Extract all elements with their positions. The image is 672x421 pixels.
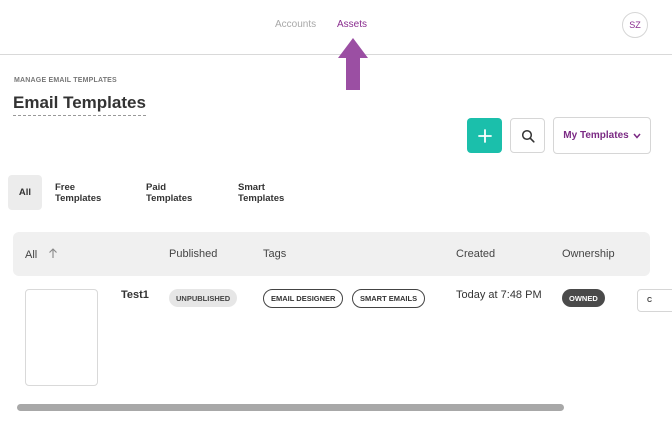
chevron-down-icon xyxy=(633,133,641,139)
status-badge: UNPUBLISHED xyxy=(169,289,238,307)
user-avatar[interactable]: SZ xyxy=(622,12,648,38)
tab-smart-templates[interactable]: Smart Templates xyxy=(238,175,284,210)
annotation-arrow xyxy=(338,38,368,90)
column-all[interactable]: All xyxy=(25,248,58,261)
plus-icon xyxy=(477,128,492,143)
add-template-button[interactable] xyxy=(467,118,502,153)
tag-email-designer[interactable]: EMAIL DESIGNER xyxy=(263,289,344,308)
page-title: Email Templates xyxy=(13,93,146,116)
created-date: Today at 7:48 PM xyxy=(456,289,542,301)
sort-up-icon[interactable] xyxy=(48,248,58,259)
my-templates-dropdown[interactable]: My Templates xyxy=(553,117,651,154)
column-all-label: All xyxy=(25,249,38,261)
scrollbar-thumb[interactable] xyxy=(17,404,564,411)
column-ownership[interactable]: Ownership xyxy=(562,248,615,260)
nav-accounts-link[interactable]: Accounts xyxy=(275,19,316,30)
column-tags[interactable]: Tags xyxy=(263,248,286,260)
tab-all[interactable]: All xyxy=(8,175,42,210)
template-thumbnail[interactable] xyxy=(25,289,98,386)
my-templates-label: My Templates xyxy=(563,130,629,141)
search-icon xyxy=(521,129,535,143)
ownership-badge: OWNED xyxy=(562,289,605,307)
row-action-button[interactable]: C xyxy=(637,289,672,312)
table-header: All Published Tags Created Ownership xyxy=(13,232,650,276)
page-overline: MANAGE EMAIL TEMPLATES xyxy=(14,77,117,84)
tab-paid-templates[interactable]: Paid Templates xyxy=(146,175,192,210)
top-navigation: Accounts Assets SZ xyxy=(0,0,672,55)
search-button[interactable] xyxy=(510,118,545,153)
tag-smart-emails[interactable]: SMART EMAILS xyxy=(352,289,426,308)
column-created[interactable]: Created xyxy=(456,248,495,260)
column-published[interactable]: Published xyxy=(169,248,217,260)
tab-free-templates[interactable]: Free Templates xyxy=(55,175,101,210)
template-name[interactable]: Test1 xyxy=(121,289,149,301)
nav-assets-link[interactable]: Assets xyxy=(337,19,367,30)
